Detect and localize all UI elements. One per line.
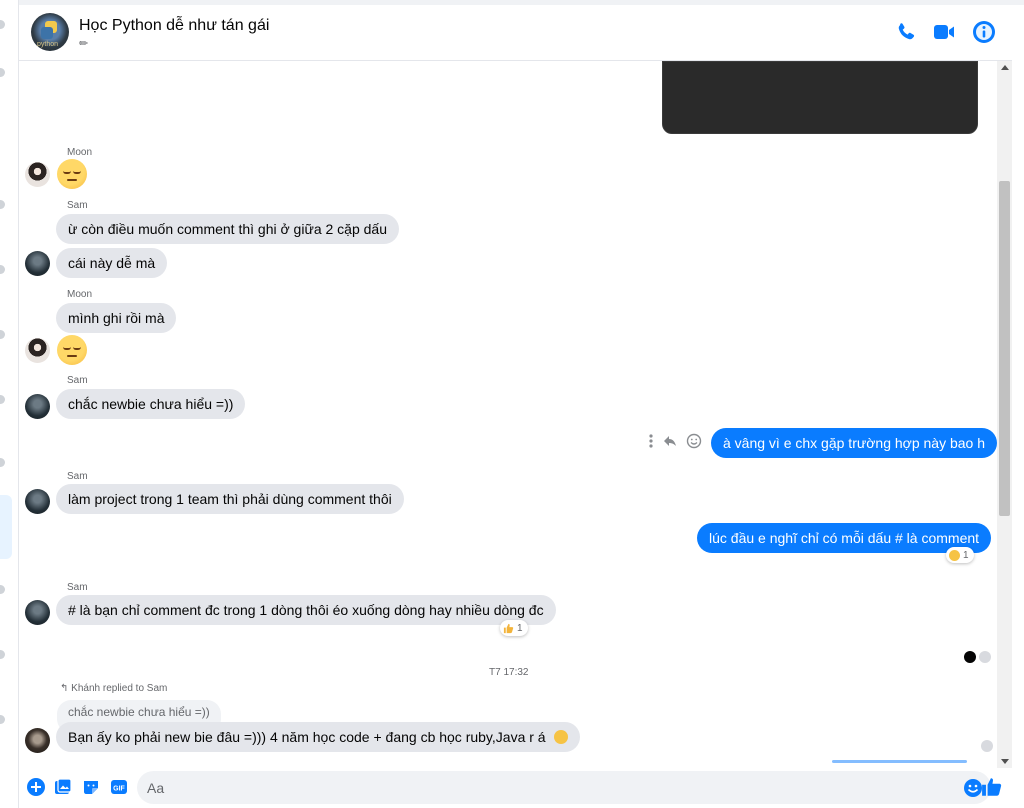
avatar[interactable] xyxy=(25,338,50,363)
group-title[interactable]: Học Python dễ như tán gái xyxy=(79,17,269,35)
relieved-face-emoji-icon xyxy=(57,335,87,365)
sender-name: Sam xyxy=(67,471,88,482)
plus-actions-icon[interactable] xyxy=(26,777,46,797)
scroll-up-arrow-icon[interactable] xyxy=(1001,65,1009,70)
reaction-badge[interactable]: 1 xyxy=(500,620,528,636)
avatar[interactable] xyxy=(25,728,50,753)
timestamp: T7 17:32 xyxy=(489,667,529,678)
avatar[interactable] xyxy=(25,394,50,419)
avatar-text: python xyxy=(37,41,59,48)
scrollbar-thumb[interactable] xyxy=(999,181,1010,516)
sender-name: Sam xyxy=(67,582,88,593)
avatar[interactable] xyxy=(25,162,50,187)
thumbs-up-send-icon[interactable] xyxy=(981,776,1003,798)
chat-header: python Học Python dễ như tán gái ✏ xyxy=(19,5,1012,61)
message-bubble[interactable]: # là bạn chỉ comment đc trong 1 dòng thô… xyxy=(56,595,556,625)
photo-attach-icon[interactable] xyxy=(53,777,73,797)
reply-arrow-icon: ↰ xyxy=(60,683,72,694)
message-actions xyxy=(648,433,702,449)
sidebar-marker xyxy=(0,265,5,274)
grinning-emoji-icon xyxy=(553,730,568,744)
sidebar-marker xyxy=(0,715,5,724)
sender-name: Sam xyxy=(67,200,88,211)
reply-meta: ↰ Khánh replied to Sam xyxy=(60,683,167,694)
seen-indicator-avatar xyxy=(979,651,991,663)
message-bubble-outgoing[interactable]: lúc đầu e nghĩ chỉ có mỗi dấu # là comme… xyxy=(697,523,992,553)
typing-indicator-line xyxy=(832,760,967,763)
sender-name: Moon xyxy=(67,147,93,158)
relieved-face-emoji-icon xyxy=(57,159,87,189)
seen-indicator-avatar xyxy=(964,651,976,663)
right-edge xyxy=(1012,61,1024,808)
avatar[interactable] xyxy=(25,251,50,276)
reaction-badge[interactable]: 1 xyxy=(946,547,974,563)
shared-media-preview[interactable] xyxy=(662,61,978,134)
sidebar-marker xyxy=(0,330,5,339)
message-scrollbar[interactable] xyxy=(997,61,1012,768)
avatar[interactable] xyxy=(25,600,50,625)
message-bubble[interactable]: chắc newbie chưa hiểu =)) xyxy=(56,389,246,419)
thumbs-up-emoji-icon xyxy=(503,623,514,633)
reply-meta-text: Khánh replied to Sam xyxy=(71,683,168,694)
sticker-icon[interactable] xyxy=(81,777,101,797)
message-bubble[interactable]: Bạn ấy ko phải new bie đâu =))) 4 năm họ… xyxy=(56,722,580,752)
message-bubble[interactable]: ừ còn điều muốn comment thì ghi ở giữa 2… xyxy=(56,214,399,244)
sender-name: Sam xyxy=(67,375,88,386)
scroll-down-arrow-icon[interactable] xyxy=(1001,759,1009,764)
emoji-picker-icon[interactable] xyxy=(963,778,983,798)
sidebar-marker xyxy=(0,20,5,29)
message-bubble[interactable]: cái này dễ mà xyxy=(56,248,168,278)
message-bubble[interactable]: mình ghi rồi mà xyxy=(56,303,177,333)
message-text: Bạn ấy ko phải new bie đâu =))) 4 năm họ… xyxy=(68,729,546,745)
sender-name: Moon xyxy=(67,289,93,300)
reaction-count: 1 xyxy=(517,622,523,634)
reply-icon[interactable] xyxy=(662,433,678,449)
phone-call-icon[interactable] xyxy=(894,20,918,44)
sidebar-marker xyxy=(0,200,5,209)
python-logo-icon xyxy=(41,27,53,39)
group-subtitle: ✏ xyxy=(79,38,89,50)
message-composer: GIF xyxy=(19,768,1024,808)
gif-icon[interactable]: GIF xyxy=(109,777,129,797)
avatar[interactable] xyxy=(25,489,50,514)
info-icon[interactable] xyxy=(972,20,996,44)
laughing-emoji-icon xyxy=(949,549,960,561)
sidebar-marker xyxy=(0,650,5,659)
message-input-container xyxy=(137,771,991,804)
video-call-icon[interactable] xyxy=(932,20,956,44)
sidebar-marker xyxy=(0,395,5,404)
reaction-count: 1 xyxy=(963,549,969,561)
sidebar-selected-highlight[interactable] xyxy=(0,495,12,559)
react-smiley-icon[interactable] xyxy=(686,433,702,449)
svg-text:GIF: GIF xyxy=(113,786,125,793)
sidebar-marker xyxy=(0,458,5,467)
more-options-icon[interactable] xyxy=(648,433,654,449)
group-avatar[interactable]: python xyxy=(31,13,69,51)
sidebar-marker xyxy=(0,585,5,594)
message-bubble[interactable]: làm project trong 1 team thì phải dùng c… xyxy=(56,484,404,514)
message-input[interactable] xyxy=(147,777,927,799)
sidebar-marker xyxy=(0,68,5,77)
left-sidebar-edge xyxy=(0,0,19,808)
seen-indicator-avatar xyxy=(981,740,993,752)
message-bubble-outgoing[interactable]: à vâng vì e chx gặp trường hợp này bao h xyxy=(711,428,998,458)
